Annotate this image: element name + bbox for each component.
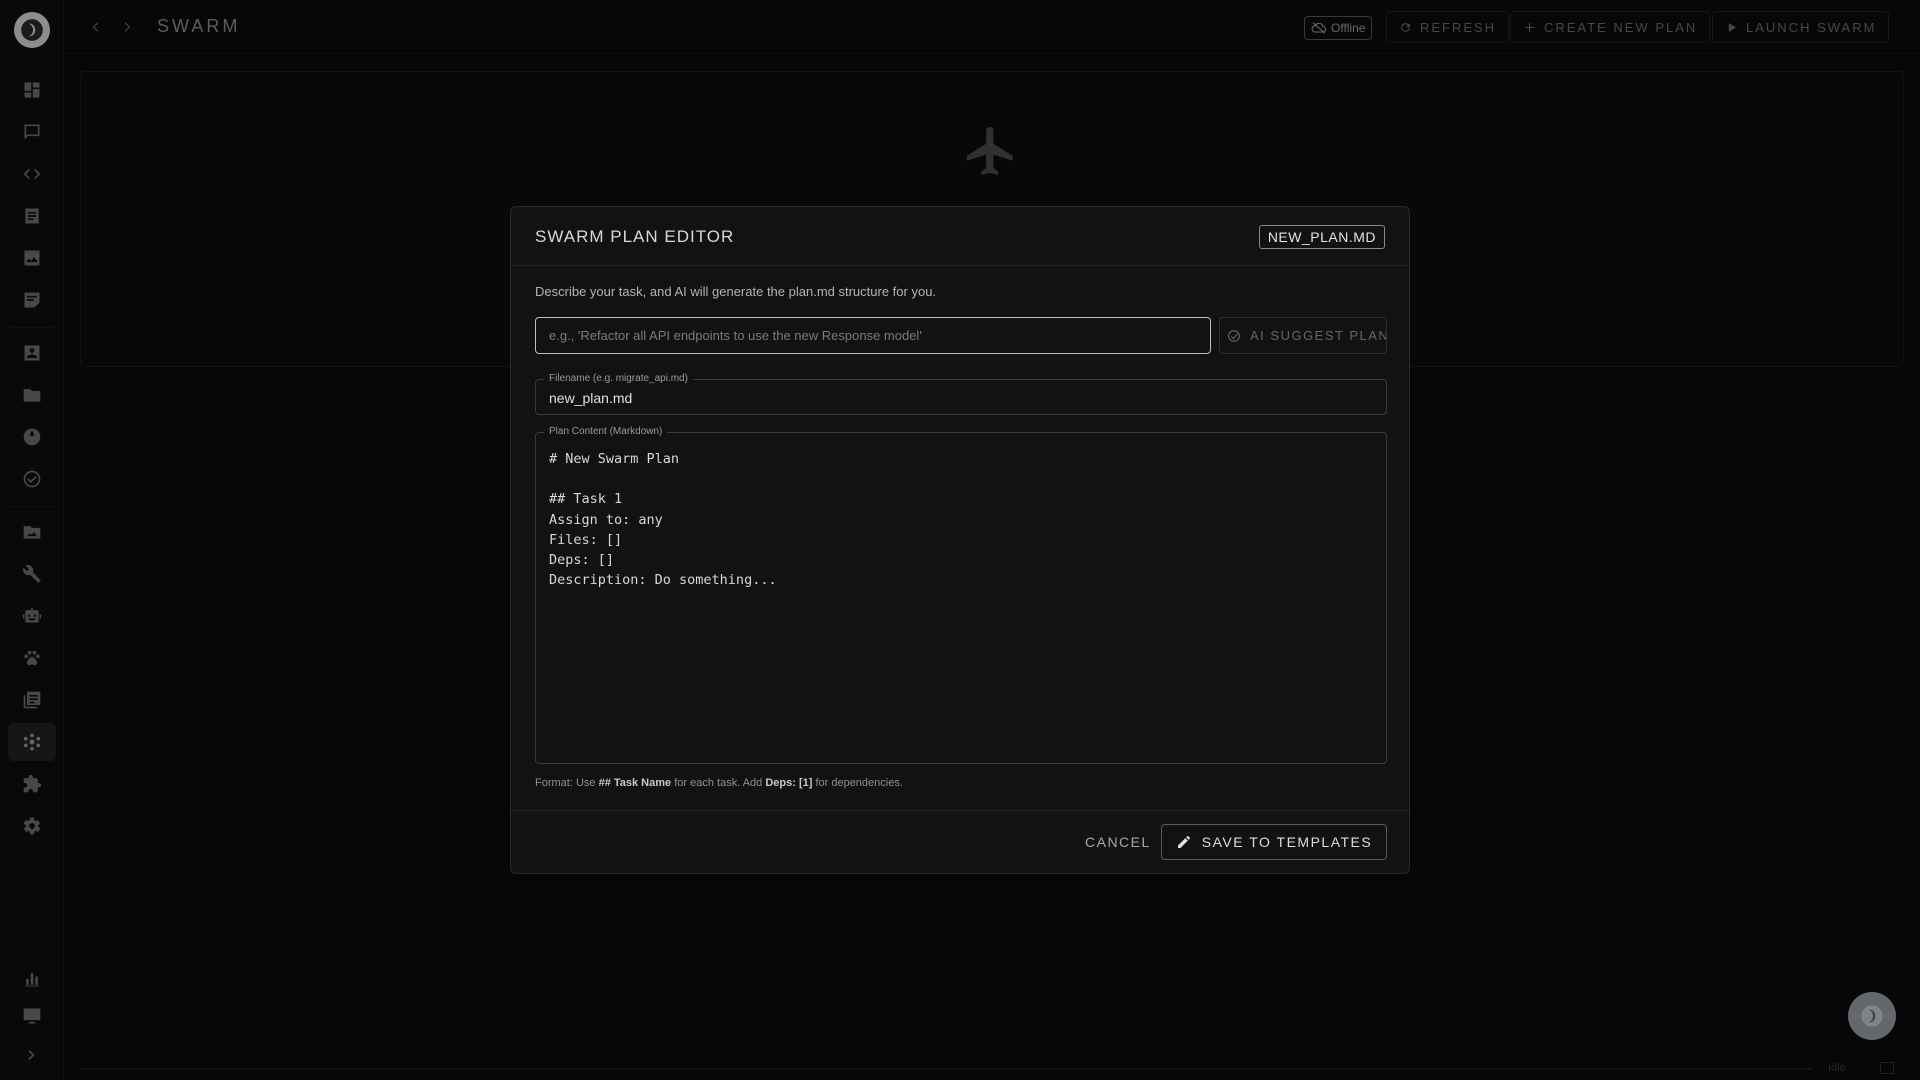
app-root: SWARM Offline REFRESH CREATE NEW PLAN LA… [0, 0, 1920, 1080]
dialog-title: SWARM PLAN EDITOR [535, 227, 735, 246]
format-hint-suffix: for dependencies. [812, 777, 903, 789]
ai-suggest-plan-label: AI SUGGEST PLAN [1250, 328, 1387, 343]
dialog-description: Describe your task, and AI will generate… [535, 284, 937, 299]
filename-chip: NEW_PLAN.MD [1258, 225, 1385, 249]
pencil-icon [1177, 836, 1190, 848]
filename-label: Filename (e.g. migrate_api.md) [544, 373, 693, 384]
cancel-button[interactable]: CANCEL [1075, 824, 1161, 860]
ai-sparkle-icon [1228, 329, 1240, 342]
swarm-plan-editor-dialog: SWARM PLAN EDITOR NEW_PLAN.MD Describe y… [510, 206, 1410, 874]
format-hint-task-token: ## Task Name [598, 777, 672, 789]
ai-suggest-plan-button[interactable]: AI SUGGEST PLAN [1219, 317, 1387, 354]
plan-content-editor[interactable]: # New Swarm Plan ## Task 1 Assign to: an… [549, 449, 777, 590]
format-hint: Format: Use ## Task Name for each task. … [535, 777, 903, 789]
dialog-footer-divider [511, 810, 1409, 811]
task-prompt-input[interactable] [535, 317, 1211, 354]
filename-field[interactable]: Filename (e.g. migrate_api.md) new_plan.… [535, 373, 1387, 415]
save-to-templates-label: SAVE TO TEMPLATES [1201, 834, 1373, 850]
save-to-templates-button[interactable]: SAVE TO TEMPLATES [1161, 824, 1387, 860]
filename-value[interactable]: new_plan.md [549, 390, 632, 406]
format-hint-prefix: Format: Use [535, 777, 599, 789]
format-hint-middle: for each task. Add [671, 777, 766, 789]
plan-content-field[interactable]: Plan Content (Markdown) # New Swarm Plan… [535, 426, 1387, 764]
format-hint-deps-token: Deps: [1] [765, 777, 813, 789]
dialog-header: SWARM PLAN EDITOR NEW_PLAN.MD [511, 207, 1409, 266]
plan-content-label: Plan Content (Markdown) [544, 426, 668, 437]
